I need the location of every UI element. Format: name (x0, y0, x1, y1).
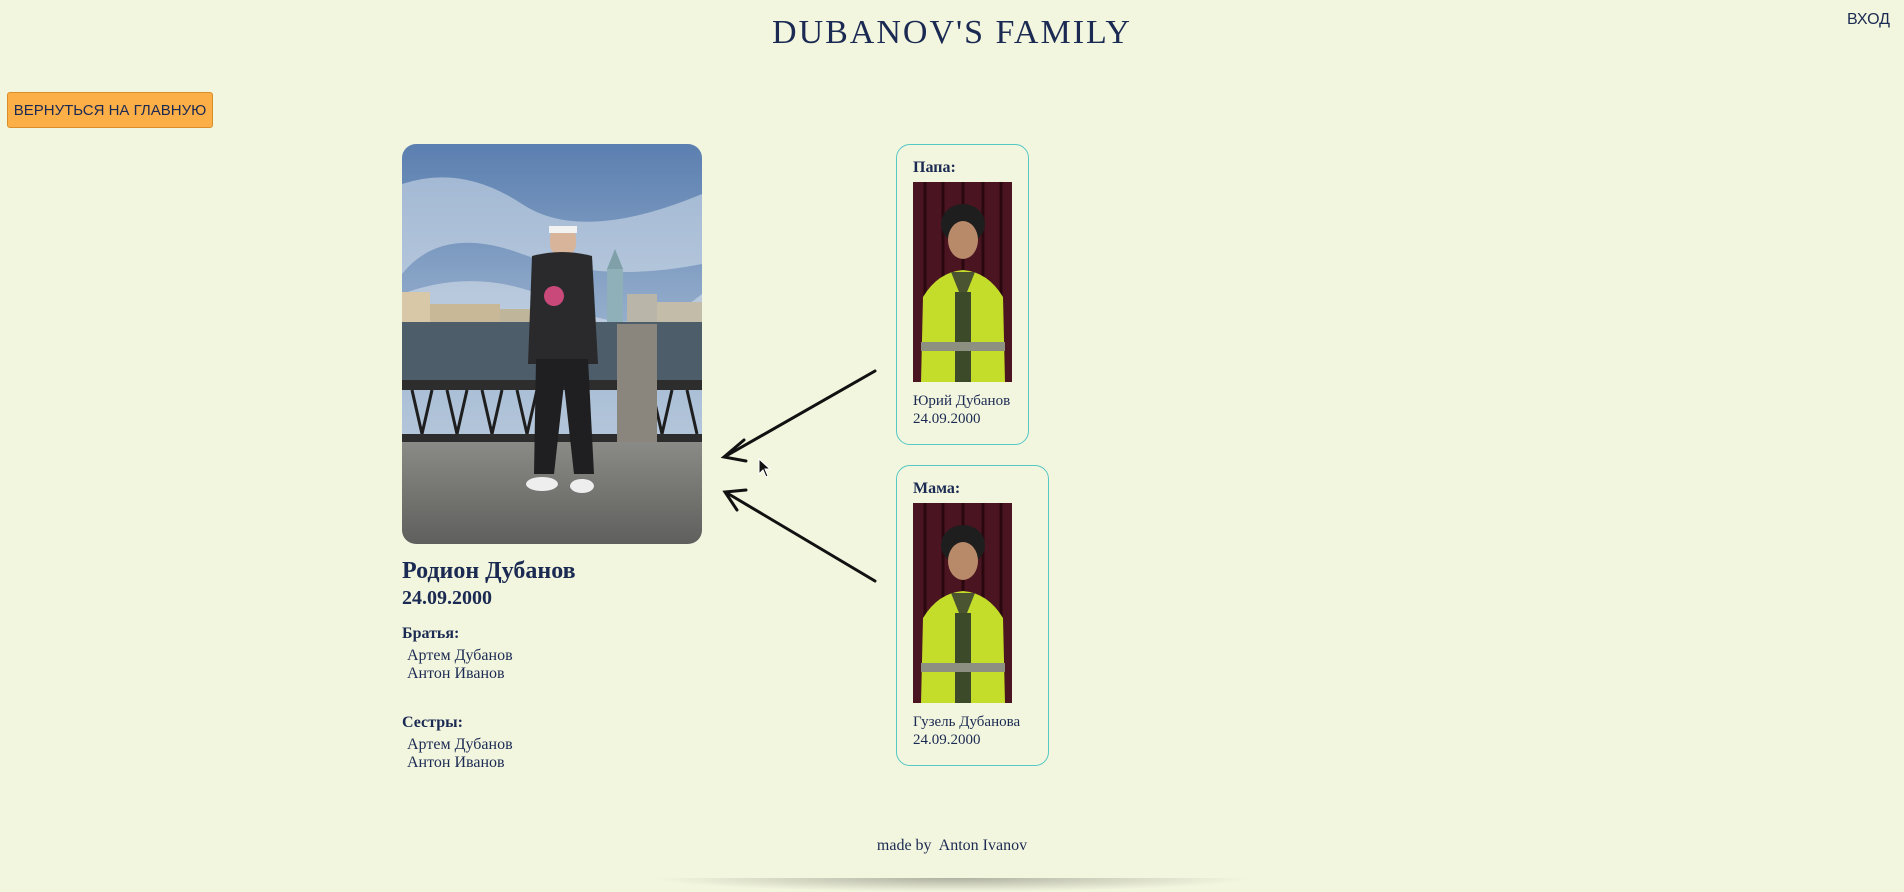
mother-card[interactable]: Мама: Гузель Дубанова 24.09.2000 (896, 465, 1049, 766)
brothers-list: Артем Дубанов Антон Иванов (407, 647, 513, 683)
sister-item[interactable]: Артем Дубанов (407, 736, 513, 754)
father-birth-date: 24.09.2000 (913, 411, 981, 427)
father-name: Юрий Дубанов (913, 393, 1011, 409)
person-name: Родион Дубанов (402, 558, 576, 584)
brother-item[interactable]: Артем Дубанов (407, 647, 513, 665)
father-label: Папа: (913, 159, 956, 176)
bottom-shadow (650, 878, 1254, 892)
site-title: DUBANOV'S FAMILY (772, 14, 1132, 51)
father-card[interactable]: Папа: Юрий Дубанов 24.09.2000 (896, 144, 1029, 445)
mother-name: Гузель Дубанова (913, 714, 1021, 730)
brother-item[interactable]: Антон Иванов (407, 665, 513, 683)
back-to-home-button[interactable]: ВЕРНУТЬСЯ НА ГЛАВНУЮ (7, 92, 213, 128)
sisters-list: Артем Дубанов Антон Иванов (407, 736, 513, 772)
sisters-title: Сестры: (402, 714, 463, 731)
parent-arrows (720, 369, 877, 583)
mother-label: Мама: (913, 480, 961, 497)
person-photo (402, 144, 702, 544)
login-link[interactable]: ВХОД (1847, 11, 1890, 29)
mother-birth-date: 24.09.2000 (913, 732, 981, 748)
footer-credit: made by Anton Ivanov (876, 837, 1028, 854)
brothers-title: Братья: (402, 625, 460, 642)
father-photo (913, 182, 1012, 382)
person-birth-date: 24.09.2000 (402, 587, 492, 609)
sister-item[interactable]: Антон Иванов (407, 754, 513, 772)
mouse-cursor-icon (758, 458, 772, 478)
mother-photo (913, 503, 1012, 703)
